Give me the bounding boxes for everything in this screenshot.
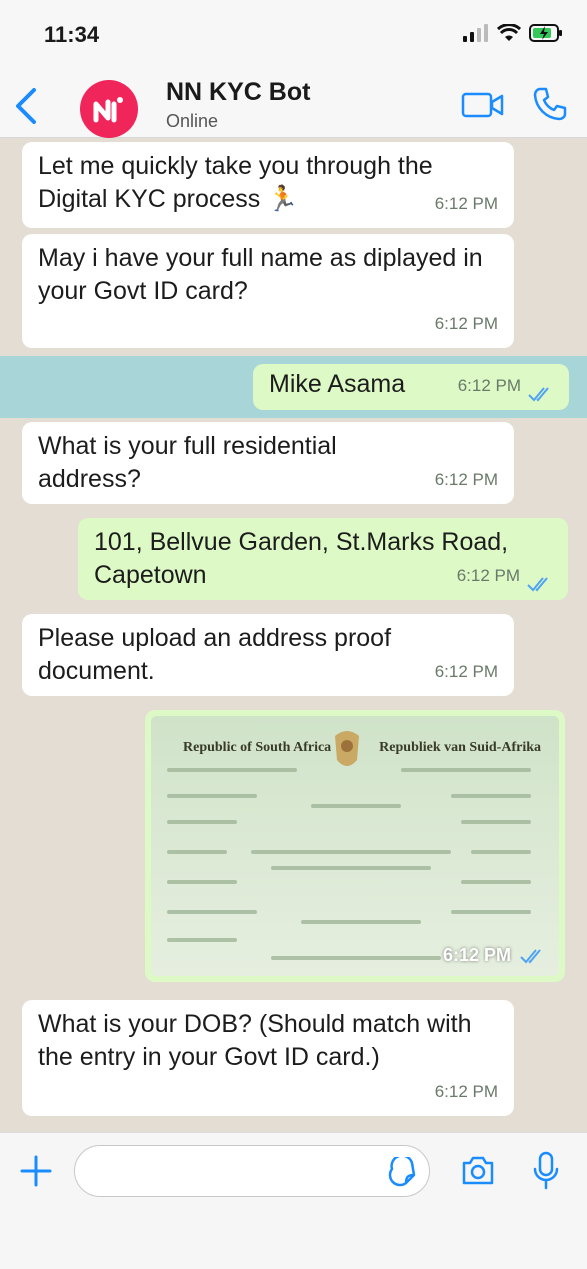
document-text-line (401, 768, 531, 772)
plus-icon[interactable] (18, 1153, 54, 1189)
bot-logo-icon (93, 97, 123, 123)
message-bubble: 101, Bellvue Garden, St.Marks Road, Cape… (78, 518, 568, 600)
status-icons (463, 24, 563, 42)
message-text: 101, Bellvue Garden, St.Marks Road, Cape… (94, 528, 509, 589)
battery-icon (529, 24, 562, 42)
document-text-line (167, 938, 237, 942)
microphone-icon[interactable] (532, 1151, 560, 1191)
document-text-line (167, 768, 297, 772)
status-bar: 11:34 (0, 0, 587, 72)
message-bubble: Let me quickly take you through the Digi… (22, 142, 514, 228)
contact-status: Online (166, 111, 219, 131)
document-text-line (461, 880, 531, 884)
message-time: 6:12 PM (434, 470, 498, 489)
signal-icon (463, 24, 488, 42)
phone-call-icon[interactable] (532, 86, 568, 122)
document-text-line (167, 910, 257, 914)
message-input-bar (0, 1132, 587, 1269)
video-call-icon[interactable] (461, 90, 505, 120)
chat-area[interactable]: Let me quickly take you through the Digi… (0, 138, 587, 1132)
read-receipt-icon (520, 949, 541, 964)
message-time: 6:12 PM (442, 945, 511, 965)
document-title-left: Republic of South Africa (183, 740, 332, 755)
contact-name[interactable]: NN KYC Bot (166, 78, 310, 107)
avatar[interactable] (80, 80, 138, 138)
message-bubble: Mike Asama 6:12 PM (253, 364, 569, 410)
message-text: What is your DOB? (Should match with the… (38, 1010, 472, 1071)
address-proof-document-image[interactable]: Republic of South Africa Republiek van S… (151, 716, 559, 976)
sticker-icon[interactable] (388, 1157, 418, 1187)
image-message[interactable]: Republic of South Africa Republiek van S… (145, 710, 565, 982)
message-bubble: What is your DOB? (Should match with the… (22, 1000, 514, 1116)
message-input[interactable] (74, 1145, 430, 1197)
document-title-right: Republiek van Suid-Afrika (379, 740, 541, 755)
message-bubble: What is your full residential address? 6… (22, 422, 514, 504)
read-receipt-icon (528, 387, 549, 402)
document-text-line (301, 920, 421, 924)
wifi-icon (497, 24, 521, 41)
message-text: Please upload an address proof document. (38, 624, 392, 685)
message-bubble: Please upload an address proof document.… (22, 614, 514, 696)
chat-header: NN KYC Bot Online (0, 72, 587, 138)
message-time: 6:12 PM (456, 566, 520, 585)
message-text: May i have your full name as diplayed in… (38, 244, 483, 305)
document-text-line (461, 820, 531, 824)
document-text-line (167, 794, 257, 798)
document-text-line (451, 794, 531, 798)
message-text: Let me quickly take you through the Digi… (38, 152, 433, 213)
document-text-line (167, 880, 237, 884)
document-text-line (251, 850, 451, 854)
status-time: 11:34 (44, 22, 100, 47)
message-time: 6:12 PM (434, 314, 498, 333)
message-text: What is your full residential address? (38, 432, 337, 493)
coat-of-arms-icon (335, 731, 359, 766)
document-text-line (311, 804, 401, 808)
document-text-line (451, 910, 531, 914)
message-time: 6:12 PM (434, 662, 498, 681)
document-text-line (271, 866, 431, 870)
message-time: 6:12 PM (434, 194, 498, 213)
camera-icon[interactable] (460, 1155, 496, 1187)
read-receipt-icon (527, 577, 548, 592)
message-time: 6:12 PM (457, 376, 521, 395)
document-text-line (167, 820, 237, 824)
document-text-line (271, 956, 441, 960)
back-button[interactable] (12, 88, 42, 124)
document-text-line (167, 850, 227, 854)
document-text-line (471, 850, 531, 854)
message-time: 6:12 PM (434, 1082, 498, 1101)
message-bubble: May i have your full name as diplayed in… (22, 234, 514, 348)
